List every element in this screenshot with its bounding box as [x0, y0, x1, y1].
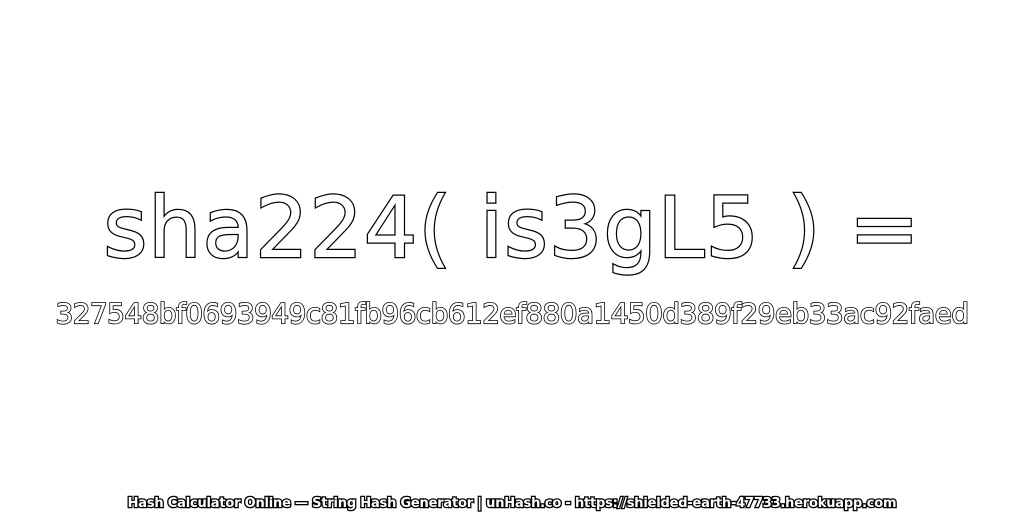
- hash-result-value: 327548bf0693949c81fb96cb612ef880a1450d38…: [55, 296, 970, 331]
- footer-credit-text: Hash Calculator Online — String Hash Gen…: [126, 495, 898, 512]
- hash-expression-heading: sha224( is3gL5 ) =: [102, 178, 921, 279]
